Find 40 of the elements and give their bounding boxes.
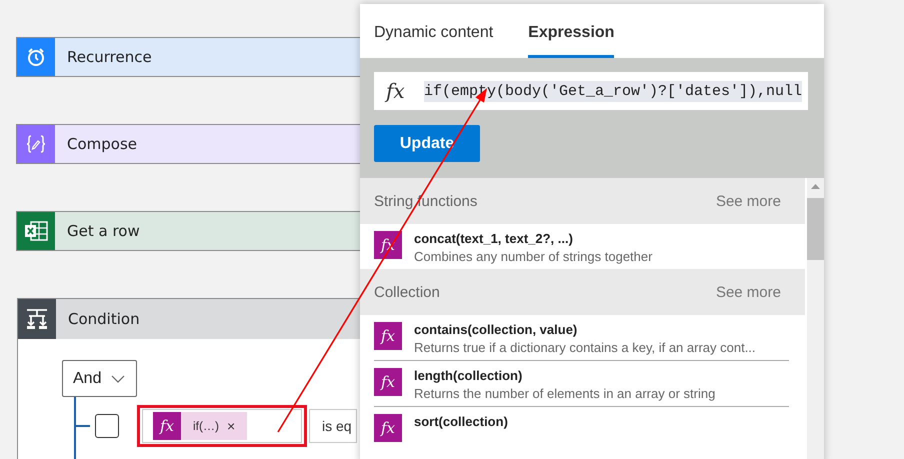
flow-step-card[interactable]: Recurrence [16,37,360,77]
function-description: Combines any number of strings together [414,249,652,264]
function-signature[interactable]: length(collection) [414,368,716,383]
function-icon: fx [374,322,402,350]
panel-tab[interactable]: Dynamic content [374,4,494,58]
operator-dropdown[interactable]: And [62,360,137,397]
update-button[interactable]: Update [374,125,480,162]
function-signature[interactable]: concat(text_1, text_2?, ...) [414,231,652,246]
comparison-dropdown[interactable]: is eq [309,409,357,443]
see-more-link[interactable]: See more [716,192,781,210]
function-description: Returns the number of elements in an array or string [414,386,716,401]
function-icon: fx [153,412,181,440]
token-label: if(…) [193,419,219,433]
scrollbar[interactable] [807,178,824,459]
remove-button[interactable]: × [227,418,236,434]
spreadsheet-icon [24,220,48,242]
flow-step-card[interactable]: Compose [16,124,360,164]
flow-step-card[interactable]: Get a row [16,211,360,251]
step-title: Recurrence [66,47,152,68]
function-signature[interactable]: contains(collection, value) [414,322,756,337]
function-icon: fx [374,368,402,396]
function-description: Returns true if a dictionary contains a key, if an array cont... [414,340,756,355]
scroll-up-icon[interactable] [811,184,820,189]
chevron-down-icon [111,374,126,382]
section-title: Collection [374,284,440,300]
expression-token[interactable]: fx if(…) × [153,412,248,440]
see-more-link[interactable]: See more [716,284,781,300]
value-field[interactable]: fx if(…) × [142,409,302,443]
braces-pencil-icon [25,134,47,154]
function-icon: fx [386,79,424,103]
step-title: Get a row [66,221,140,242]
alarm-clock-icon [26,47,46,67]
section-title: String functions [374,192,478,210]
function-signature[interactable]: sort(collection) [414,414,508,429]
step-title: Condition [67,309,140,330]
scroll-thumb[interactable] [807,198,824,260]
row-checkbox[interactable] [95,414,119,438]
step-title: Compose [66,134,138,155]
function-icon: fx [374,414,402,442]
condition-branch-icon [25,308,49,330]
